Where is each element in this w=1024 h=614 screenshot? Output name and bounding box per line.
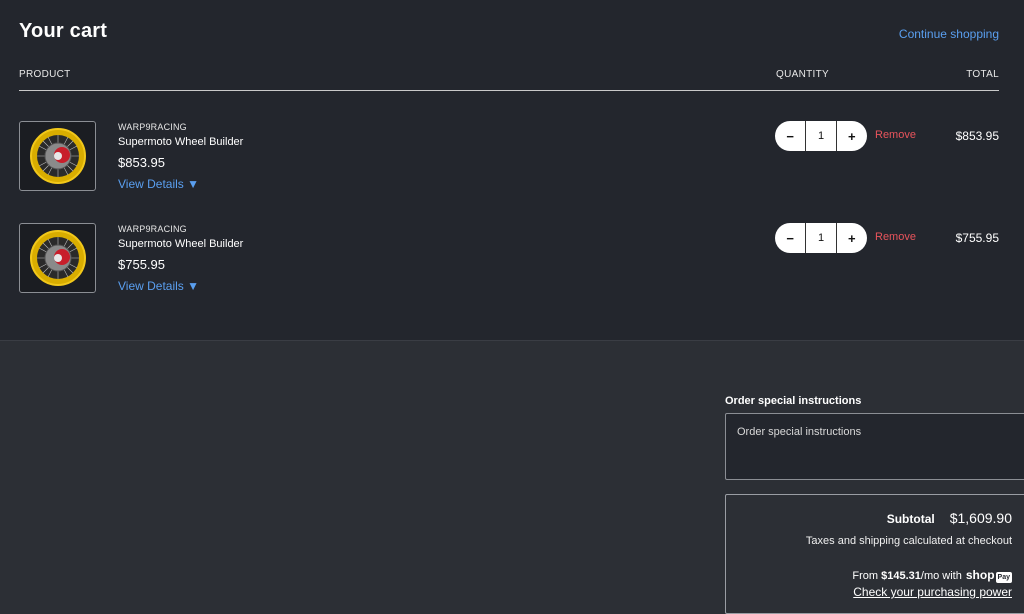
pay-logo-badge: Pay xyxy=(995,572,1012,583)
product-vendor: WARP9RACING xyxy=(118,224,187,234)
increase-quantity-button[interactable]: + xyxy=(837,223,867,253)
quantity-stepper: − 1 + xyxy=(775,223,867,253)
view-details-toggle[interactable]: View Details ▼ xyxy=(118,279,199,293)
installment-prefix: From xyxy=(852,569,879,582)
line-total: $755.95 xyxy=(955,231,999,245)
decrease-quantity-button[interactable]: − xyxy=(775,223,805,253)
page-title: Your cart xyxy=(19,20,108,42)
product-thumbnail[interactable] xyxy=(19,223,96,293)
subtotal-value: $1,609.90 xyxy=(949,510,1012,526)
order-summary: Subtotal $1,609.90 Taxes and shipping ca… xyxy=(725,494,1024,614)
view-details-toggle[interactable]: View Details ▼ xyxy=(118,177,199,191)
shop-logo-text: shop xyxy=(965,568,995,582)
purchasing-power-link[interactable]: Check your purchasing power xyxy=(853,585,1012,599)
quantity-stepper: − 1 + xyxy=(775,121,867,151)
product-thumbnail[interactable] xyxy=(19,121,96,191)
instructions-label: Order special instructions xyxy=(725,395,862,407)
decrease-quantity-button[interactable]: − xyxy=(775,121,805,151)
product-vendor: WARP9RACING xyxy=(118,122,187,132)
installment-amount: $145.31 xyxy=(881,569,921,582)
shop-pay-logo-icon: shop Pay xyxy=(966,568,1012,583)
product-price: $755.95 xyxy=(118,257,165,272)
remove-item-link[interactable]: Remove xyxy=(875,231,916,243)
column-header-quantity: QUANTITY xyxy=(776,69,829,80)
quantity-input[interactable]: 1 xyxy=(805,121,837,151)
column-header-product: PRODUCT xyxy=(19,69,71,80)
quantity-input[interactable]: 1 xyxy=(805,223,837,253)
cart-header-section: Your cart Continue shopping PRODUCT QUAN… xyxy=(0,0,1024,341)
column-header-total: TOTAL xyxy=(966,69,999,80)
cart-item: WARP9RACING Supermoto Wheel Builder $755… xyxy=(0,223,1024,303)
wheel-image-icon xyxy=(29,230,86,286)
product-price: $853.95 xyxy=(118,155,165,170)
installment-offer: From $145.31/mo with shop Pay xyxy=(852,568,1012,583)
line-total: $853.95 xyxy=(955,129,999,143)
increase-quantity-button[interactable]: + xyxy=(837,121,867,151)
subtotal-label: Subtotal xyxy=(886,512,935,526)
subtotal-row: Subtotal $1,609.90 xyxy=(887,510,1012,526)
product-name[interactable]: Supermoto Wheel Builder xyxy=(118,136,243,148)
product-name[interactable]: Supermoto Wheel Builder xyxy=(118,238,243,250)
wheel-image-icon xyxy=(29,128,86,184)
special-instructions-textarea[interactable] xyxy=(725,413,1024,480)
installment-suffix: /mo with xyxy=(920,569,962,582)
cart-item: WARP9RACING Supermoto Wheel Builder $853… xyxy=(0,121,1024,201)
tax-shipping-note: Taxes and shipping calculated at checkou… xyxy=(805,535,1012,547)
header-divider xyxy=(19,90,999,91)
continue-shopping-link[interactable]: Continue shopping xyxy=(899,27,999,41)
remove-item-link[interactable]: Remove xyxy=(875,129,916,141)
